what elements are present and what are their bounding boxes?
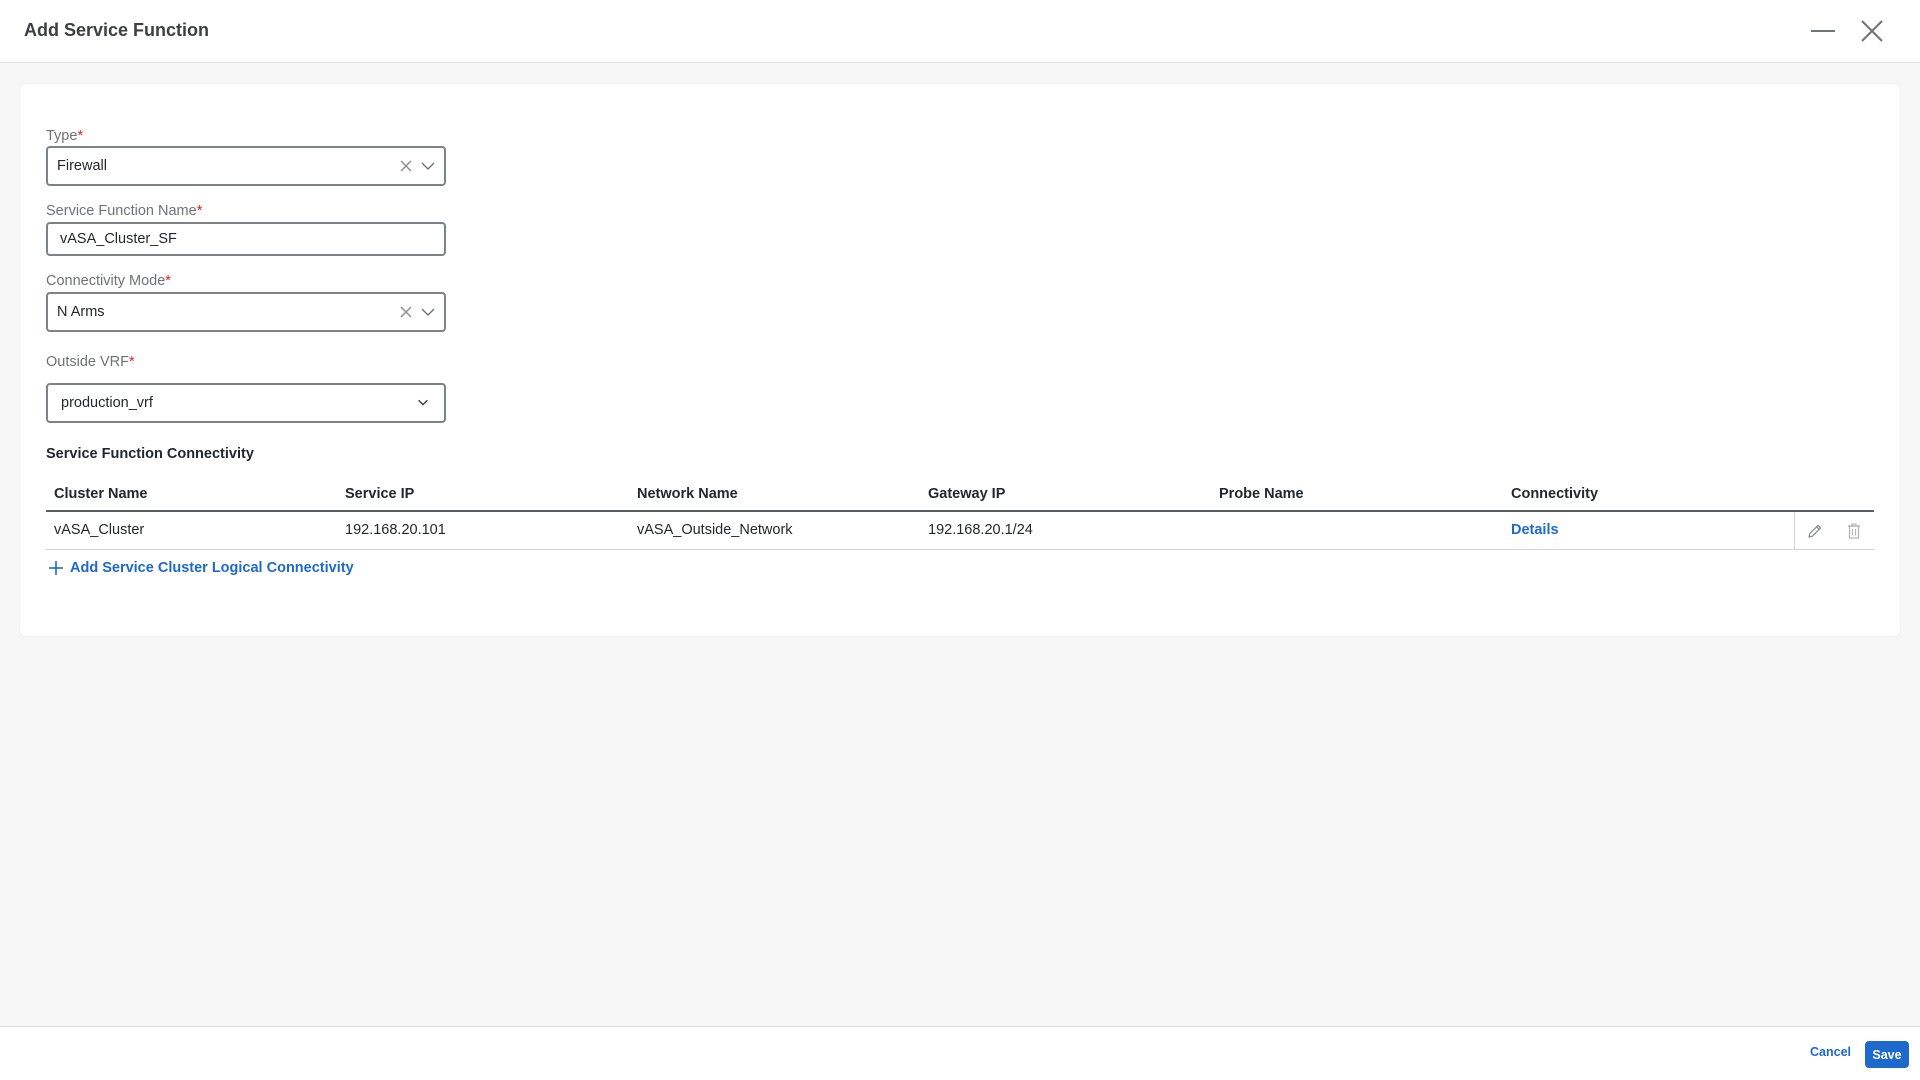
column-header-probe-name[interactable]: Probe Name — [1219, 486, 1304, 502]
column-header-cluster-name[interactable]: Cluster Name — [54, 486, 147, 502]
cell-cluster-name: vASA_Cluster — [54, 522, 145, 538]
outside-vrf-label-text: Outside VRF — [46, 354, 129, 370]
required-marker: * — [77, 128, 84, 144]
required-marker: * — [196, 203, 203, 219]
required-marker: * — [129, 354, 135, 370]
table-row: vASA_Cluster 192.168.20.101 vASA_Outside… — [46, 512, 1874, 550]
clear-icon[interactable] — [398, 304, 414, 320]
outside-vrf-value: production_vrf — [61, 395, 153, 411]
row-actions — [1794, 512, 1874, 549]
column-header-service-ip[interactable]: Service IP — [345, 486, 414, 502]
minimize-icon — [1811, 30, 1835, 32]
chevron-down-icon[interactable] — [420, 304, 436, 320]
details-link[interactable]: Details — [1511, 522, 1559, 538]
clear-icon[interactable] — [398, 158, 414, 174]
outside-vrf-label: Outside VRF* — [46, 354, 135, 370]
chevron-down-icon[interactable] — [420, 158, 436, 174]
connectivity-mode-label-text: Connectivity Mode — [46, 273, 166, 289]
dialog-title: Add Service Function — [24, 20, 210, 40]
cell-gateway-ip: 192.168.20.1/24 — [928, 522, 1033, 538]
connectivity-table: Cluster Name Service IP Network Name Gat… — [46, 478, 1874, 550]
add-service-cluster-connectivity-link[interactable]: Add Service Cluster Logical Connectivity — [48, 558, 354, 578]
cell-service-ip: 192.168.20.101 — [345, 522, 446, 538]
connectivity-mode-label: Connectivity Mode* — [46, 273, 171, 289]
service-function-name-input[interactable]: vASA_Cluster_SF — [46, 222, 446, 256]
connectivity-mode-select[interactable]: N Arms — [46, 292, 446, 332]
service-function-name-label: Service Function Name* — [46, 203, 202, 219]
section-title: Service Function Connectivity — [46, 446, 254, 462]
cancel-button[interactable]: Cancel — [1810, 1045, 1851, 1059]
plus-icon — [49, 561, 63, 575]
service-function-name-label-text: Service Function Name — [46, 203, 197, 219]
cell-network-name: vASA_Outside_Network — [637, 522, 793, 538]
column-header-gateway-ip[interactable]: Gateway IP — [928, 486, 1005, 502]
column-header-network-name[interactable]: Network Name — [637, 486, 738, 502]
connectivity-mode-value: N Arms — [57, 304, 105, 320]
close-icon — [1861, 20, 1883, 42]
pencil-icon[interactable] — [1806, 522, 1824, 540]
close-button[interactable] — [1855, 14, 1889, 48]
minimize-button[interactable] — [1806, 14, 1840, 48]
dialog-footer: Cancel Save — [0, 1026, 1920, 1080]
form-card: Type* Firewall Service Function Name* vA… — [20, 84, 1900, 636]
required-marker: * — [165, 273, 171, 289]
type-select-value: Firewall — [57, 158, 107, 174]
type-label: Type* — [46, 128, 83, 144]
add-link-label: Add Service Cluster Logical Connectivity — [70, 560, 354, 576]
service-function-name-value: vASA_Cluster_SF — [60, 231, 177, 247]
trash-icon[interactable] — [1845, 522, 1863, 540]
type-select[interactable]: Firewall — [46, 146, 446, 186]
column-header-connectivity[interactable]: Connectivity — [1511, 486, 1598, 502]
outside-vrf-select[interactable]: production_vrf — [46, 383, 446, 423]
type-label-text: Type — [46, 128, 78, 144]
save-button[interactable]: Save — [1865, 1041, 1909, 1068]
table-header: Cluster Name Service IP Network Name Gat… — [46, 478, 1874, 512]
chevron-down-icon[interactable] — [416, 395, 432, 411]
dialog-header: Add Service Function — [0, 0, 1920, 63]
